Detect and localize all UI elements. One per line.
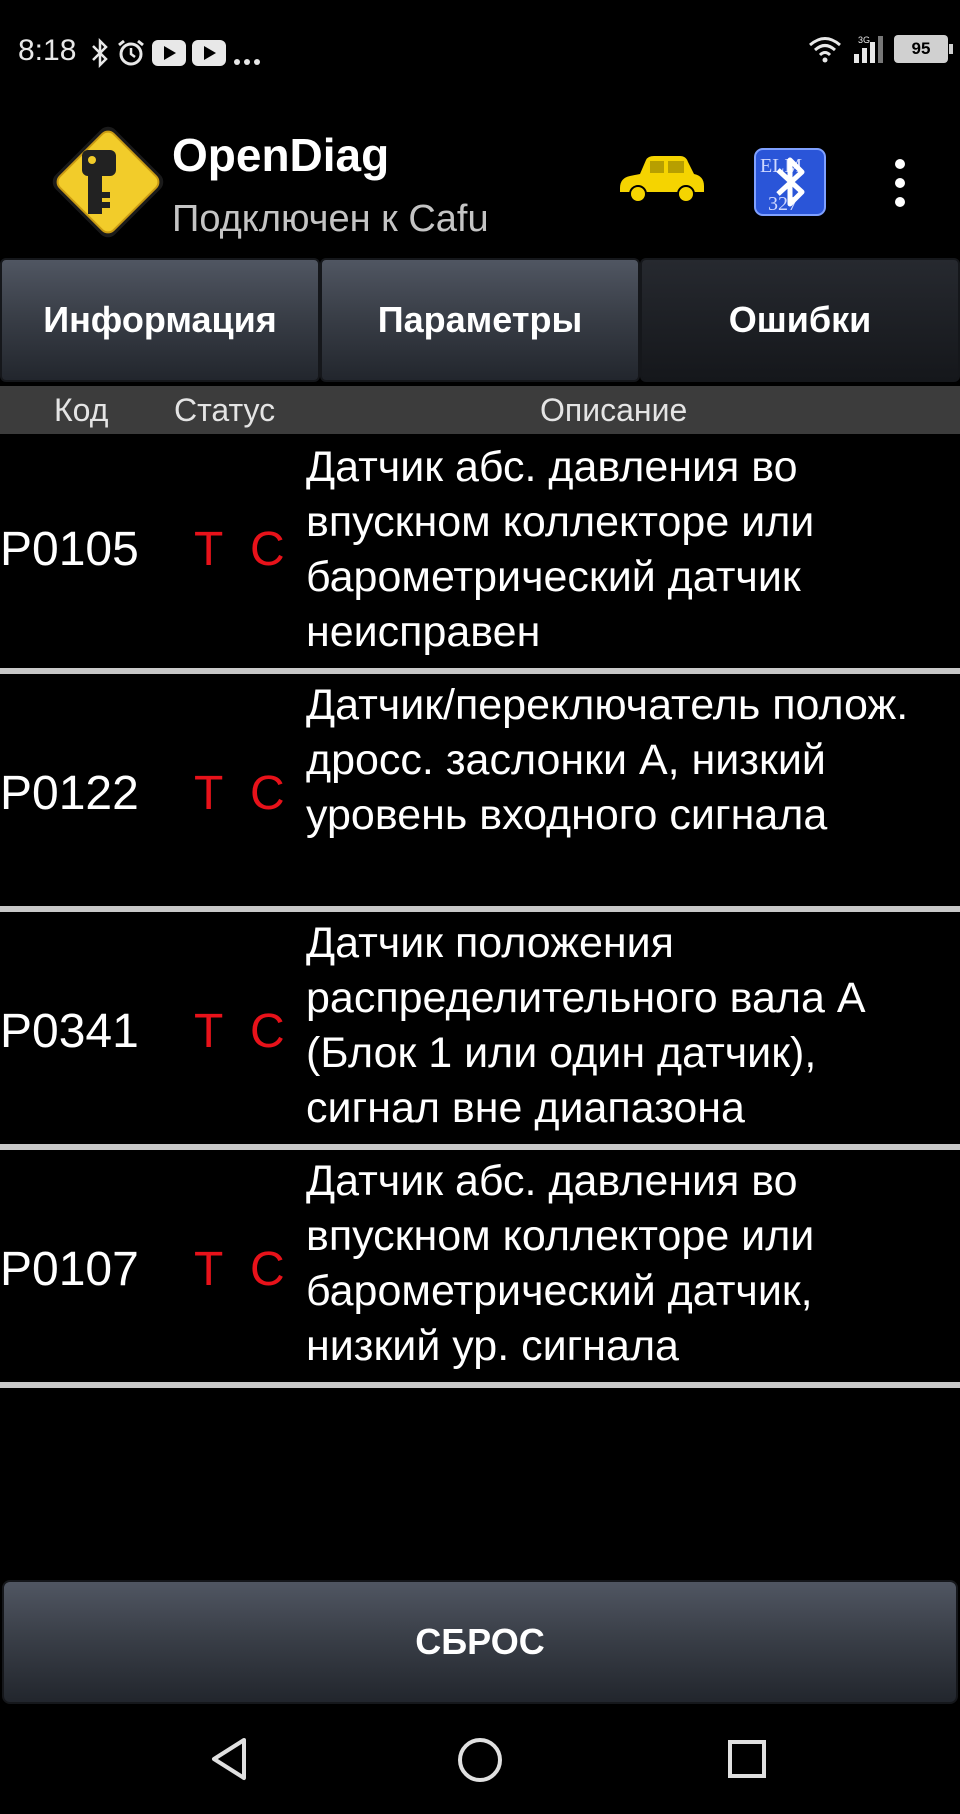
status-icons-left	[90, 36, 262, 70]
table-row[interactable]: P0122 T C Датчик/переключатель полож. др…	[0, 674, 960, 912]
table-row[interactable]: P0107 T C Датчик абс. давления во впускн…	[0, 1150, 960, 1388]
tab-errors[interactable]: Ошибки	[640, 258, 960, 382]
table-header: Код Статус Описание	[0, 386, 960, 434]
app-title: OpenDiag	[172, 129, 390, 181]
status-bar: 8:18 3G 95	[0, 0, 960, 104]
status-icons-right: 3G 95	[808, 34, 953, 64]
elm327-bluetooth-icon[interactable]: ELM 327	[754, 148, 826, 216]
error-code: P0107	[0, 1243, 139, 1296]
status-t: T	[194, 1005, 224, 1058]
more-notifications-icon	[234, 59, 260, 65]
home-icon[interactable]	[456, 1736, 504, 1784]
reset-button[interactable]: СБРОС	[2, 1580, 958, 1704]
error-code: P0341	[0, 1005, 139, 1058]
connection-status: Подключен к Cafu	[172, 198, 489, 240]
header-code: Код	[54, 392, 109, 428]
error-code: P0122	[0, 767, 139, 820]
status-t: T	[194, 1243, 224, 1296]
youtube-icon	[192, 40, 226, 66]
table-row[interactable]: P0341 T C Датчик положения распределител…	[0, 912, 960, 1150]
youtube-icon	[152, 40, 186, 66]
app-logo-icon	[52, 126, 164, 238]
back-icon[interactable]	[208, 1736, 250, 1782]
status-c: C	[250, 1005, 285, 1058]
network-type: 3G	[858, 35, 870, 45]
tab-information[interactable]: Информация	[0, 258, 320, 382]
bluetooth-icon	[92, 38, 108, 68]
status-c: C	[250, 767, 285, 820]
header-status: Статус	[174, 392, 276, 428]
table-row[interactable]: P0105 T C Датчик абс. давления во впускн…	[0, 436, 960, 674]
error-description: Датчик абс. давления во впускном коллект…	[306, 1157, 815, 1370]
error-description: Датчик абс. давления во впускном коллект…	[306, 443, 815, 656]
wifi-icon	[809, 37, 841, 63]
alarm-icon	[118, 39, 144, 66]
overflow-menu-icon[interactable]	[888, 158, 912, 208]
status-c: C	[250, 1243, 285, 1296]
tab-parameters[interactable]: Параметры	[320, 258, 640, 382]
signal-icon: 3G	[854, 35, 883, 63]
status-t: T	[194, 523, 224, 576]
car-icon[interactable]	[616, 152, 706, 206]
error-description: Датчик/переключатель полож. дросс. засло…	[306, 681, 909, 839]
error-code: P0105	[0, 523, 139, 576]
status-c: C	[250, 523, 285, 576]
error-description: Датчик положения распределительного вала…	[306, 919, 866, 1132]
status-time: 8:18	[18, 34, 77, 67]
recents-icon[interactable]	[726, 1738, 768, 1780]
status-t: T	[194, 767, 224, 820]
navigation-bar	[0, 1712, 960, 1814]
battery-icon: 95	[894, 35, 953, 63]
header-description: Описание	[540, 392, 688, 428]
